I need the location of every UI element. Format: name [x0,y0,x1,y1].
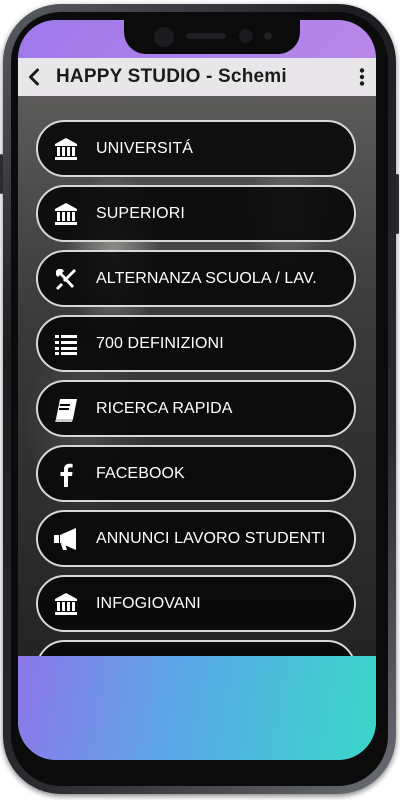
facebook-icon [50,458,82,490]
overflow-menu-button[interactable] [348,58,376,96]
menu-item-annunci[interactable]: ANNUNCI LAVORO STUDENTI [36,510,356,567]
menu-item-label: ALTERNANZA SCUOLA / LAV. [96,269,317,287]
sensor-icon [239,29,253,43]
menu-item-label: FACEBOOK [96,464,185,482]
menu-content: UNIVERSITÁ SUPERIORI ALTERNANZA SCUOLA /… [18,96,376,656]
speaker-grille [186,33,226,39]
volume-button [0,154,3,194]
menu-item-label: UNIVERSITÁ [96,139,194,157]
menu-item-label: INFOGIOVANI [96,594,201,612]
app-bar: HAPPY STUDIO - Schemi [18,58,376,96]
bottom-gradient-panel [18,656,376,760]
phone-screen: HAPPY STUDIO - Schemi UNIVERSITÁ SUPERIO [18,20,376,760]
kebab-menu-icon [359,68,365,86]
institution-icon [50,588,82,620]
menu-item-label: 700 DEFINIZIONI [96,334,224,352]
list-icon [50,328,82,360]
front-camera-icon [154,27,174,47]
menu-item-label: SUPERIORI [96,204,185,222]
megaphone-icon [50,523,82,555]
institution-icon [50,133,82,165]
menu-item-label: ANNUNCI LAVORO STUDENTI [96,529,326,547]
menu-item-alternanza[interactable]: ALTERNANZA SCUOLA / LAV. [36,250,356,307]
power-button [396,174,399,234]
menu-item-infogiovani[interactable]: INFOGIOVANI [36,575,356,632]
menu-item-facebook[interactable]: FACEBOOK [36,445,356,502]
tools-icon [50,263,82,295]
camera-notch [124,20,300,54]
menu-item-partial[interactable] [36,640,356,656]
menu-item-label: RICERCA RAPIDA [96,399,233,417]
menu-item-ricerca[interactable]: RICERCA RAPIDA [36,380,356,437]
arrow-left-icon [29,68,39,86]
app-title: HAPPY STUDIO - Schemi [56,66,287,87]
menu-item-universita[interactable]: UNIVERSITÁ [36,120,356,177]
menu-item-definizioni[interactable]: 700 DEFINIZIONI [36,315,356,372]
back-button[interactable] [18,58,52,96]
menu-item-superiori[interactable]: SUPERIORI [36,185,356,242]
institution-icon [50,198,82,230]
book-icon [50,393,82,425]
main-menu: UNIVERSITÁ SUPERIORI ALTERNANZA SCUOLA /… [36,120,356,656]
sensor-dot [264,32,272,40]
